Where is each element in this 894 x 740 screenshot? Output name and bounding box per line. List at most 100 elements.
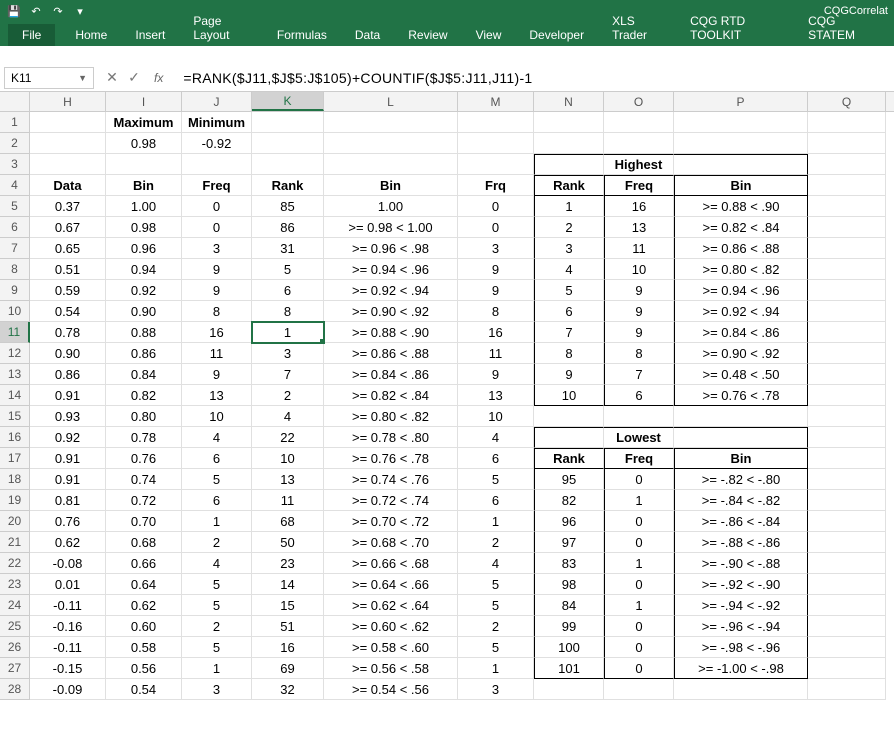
- cell[interactable]: 0: [604, 637, 674, 658]
- cell[interactable]: >= 0.82 < .84: [674, 217, 808, 238]
- cell[interactable]: >= -.96 < -.94: [674, 616, 808, 637]
- cell[interactable]: 9: [534, 364, 604, 385]
- col-header[interactable]: K: [252, 92, 324, 111]
- cell[interactable]: 13: [182, 385, 252, 406]
- cell[interactable]: [458, 154, 534, 175]
- cell[interactable]: 0.98: [106, 133, 182, 154]
- cell[interactable]: 0.62: [30, 532, 106, 553]
- cell[interactable]: 4: [182, 427, 252, 448]
- tab-xls-trader[interactable]: XLS Trader: [598, 10, 676, 46]
- cell[interactable]: [182, 154, 252, 175]
- label-freq[interactable]: Freq: [182, 175, 252, 196]
- select-all-corner[interactable]: [0, 92, 30, 111]
- cell[interactable]: >= 0.54 < .56: [324, 679, 458, 700]
- cell[interactable]: 0.78: [30, 322, 106, 343]
- cell[interactable]: 0.68: [106, 532, 182, 553]
- cell[interactable]: >= 0.64 < .66: [324, 574, 458, 595]
- label-lowest[interactable]: Lowest: [604, 427, 674, 448]
- row-header[interactable]: 6: [0, 217, 30, 238]
- cell[interactable]: 5: [458, 469, 534, 490]
- col-header[interactable]: I: [106, 92, 182, 111]
- cell[interactable]: 1: [604, 553, 674, 574]
- cell[interactable]: 7: [252, 364, 324, 385]
- cell[interactable]: 5: [182, 637, 252, 658]
- cell[interactable]: 5: [458, 574, 534, 595]
- cell[interactable]: [30, 154, 106, 175]
- cell[interactable]: 0.86: [106, 343, 182, 364]
- chevron-down-icon[interactable]: ▼: [78, 73, 87, 83]
- cell[interactable]: 0.74: [106, 469, 182, 490]
- cell[interactable]: [808, 364, 886, 385]
- cell[interactable]: [808, 154, 886, 175]
- row-header[interactable]: 14: [0, 385, 30, 406]
- cell[interactable]: [674, 679, 808, 700]
- cell[interactable]: 7: [604, 364, 674, 385]
- col-header[interactable]: O: [604, 92, 674, 111]
- cell[interactable]: 0: [604, 574, 674, 595]
- cell[interactable]: 3: [534, 238, 604, 259]
- row-header[interactable]: 4: [0, 175, 30, 196]
- worksheet[interactable]: H I J K L M N O P Q 1MaximumMinimum20.98…: [0, 92, 894, 700]
- cell[interactable]: [604, 679, 674, 700]
- label-rank[interactable]: Rank: [252, 175, 324, 196]
- cell[interactable]: >= 0.48 < .50: [674, 364, 808, 385]
- cell[interactable]: 5: [534, 280, 604, 301]
- cell[interactable]: [808, 553, 886, 574]
- col-header[interactable]: L: [324, 92, 458, 111]
- cell[interactable]: 3: [252, 343, 324, 364]
- cell[interactable]: 96: [534, 511, 604, 532]
- cell[interactable]: 0.54: [30, 301, 106, 322]
- tab-cqg-rtd[interactable]: CQG RTD TOOLKIT: [676, 10, 794, 46]
- cell[interactable]: 0.81: [30, 490, 106, 511]
- cell[interactable]: >= 0.72 < .74: [324, 490, 458, 511]
- cell[interactable]: 10: [604, 259, 674, 280]
- row-header[interactable]: 16: [0, 427, 30, 448]
- tab-home[interactable]: Home: [61, 24, 121, 46]
- cell[interactable]: 9: [458, 280, 534, 301]
- cell[interactable]: 0.88: [106, 322, 182, 343]
- cell[interactable]: [252, 154, 324, 175]
- cell[interactable]: 4: [182, 553, 252, 574]
- cell[interactable]: 11: [182, 343, 252, 364]
- cell[interactable]: 16: [182, 322, 252, 343]
- cell[interactable]: [808, 616, 886, 637]
- cell[interactable]: >= -.84 < -.82: [674, 490, 808, 511]
- cell[interactable]: 9: [182, 364, 252, 385]
- cell[interactable]: [324, 133, 458, 154]
- cell[interactable]: 0.86: [30, 364, 106, 385]
- cell[interactable]: [808, 259, 886, 280]
- cell[interactable]: >= 0.92 < .94: [674, 301, 808, 322]
- cell[interactable]: >= 0.90 < .92: [324, 301, 458, 322]
- cell[interactable]: >= -.88 < -.86: [674, 532, 808, 553]
- cell[interactable]: 4: [252, 406, 324, 427]
- cell[interactable]: 1: [182, 511, 252, 532]
- cell[interactable]: 0.91: [30, 469, 106, 490]
- cell[interactable]: [808, 385, 886, 406]
- cell[interactable]: 0: [604, 469, 674, 490]
- cell[interactable]: 1: [182, 658, 252, 679]
- cell[interactable]: 5: [458, 595, 534, 616]
- formula-bar[interactable]: =RANK($J11,$J$5:J$105)+COUNTIF($J$5:J11,…: [175, 68, 894, 88]
- cell[interactable]: 7: [534, 322, 604, 343]
- cell[interactable]: 101: [534, 658, 604, 679]
- cell[interactable]: >= -.86 < -.84: [674, 511, 808, 532]
- cell[interactable]: [604, 406, 674, 427]
- cell[interactable]: -0.09: [30, 679, 106, 700]
- cell[interactable]: 0.62: [106, 595, 182, 616]
- cell[interactable]: [30, 112, 106, 133]
- cell[interactable]: -0.08: [30, 553, 106, 574]
- cell[interactable]: >= 0.94 < .96: [324, 259, 458, 280]
- cell[interactable]: 4: [458, 427, 534, 448]
- cell[interactable]: >= 0.94 < .96: [674, 280, 808, 301]
- cell[interactable]: [808, 133, 886, 154]
- cell[interactable]: >= -.92 < -.90: [674, 574, 808, 595]
- cell[interactable]: >= 0.80 < .82: [674, 259, 808, 280]
- row-header[interactable]: 10: [0, 301, 30, 322]
- cell[interactable]: 85: [252, 196, 324, 217]
- cell[interactable]: 0: [604, 511, 674, 532]
- cell[interactable]: >= 0.60 < .62: [324, 616, 458, 637]
- cell[interactable]: >= 0.76 < .78: [674, 385, 808, 406]
- cell[interactable]: 8: [534, 343, 604, 364]
- undo-icon[interactable]: ↶: [28, 3, 44, 19]
- cell[interactable]: 0.64: [106, 574, 182, 595]
